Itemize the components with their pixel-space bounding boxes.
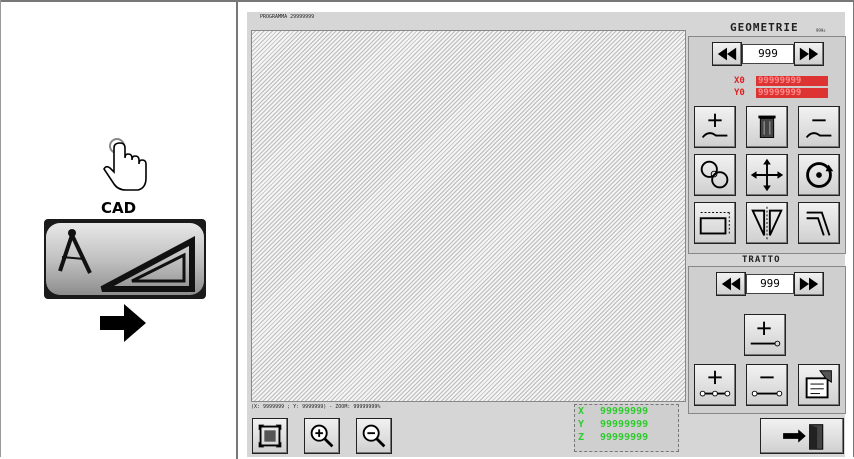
rewind-icon xyxy=(721,277,741,291)
tratto-next-button[interactable] xyxy=(794,272,824,296)
edit-geometry-button[interactable] xyxy=(798,106,840,148)
pointer-hand-icon xyxy=(103,138,147,191)
zoom-in-button[interactable] xyxy=(304,418,340,454)
add-node-icon xyxy=(699,370,731,397)
arrow-right-icon xyxy=(100,304,146,342)
geometry-count-label: 999s xyxy=(816,28,826,33)
rectangle-icon xyxy=(699,212,730,235)
add-segment-icon xyxy=(750,321,781,347)
add-geometry-button[interactable] xyxy=(694,106,736,148)
geometry-counter[interactable]: 999 xyxy=(742,44,794,64)
geometry-prev-button[interactable] xyxy=(712,42,742,66)
cad-label: CAD xyxy=(101,199,137,217)
fast-forward-icon xyxy=(799,47,819,61)
readout-x-value: 99999999 xyxy=(600,406,649,417)
column-divider xyxy=(236,0,238,459)
mirror-button[interactable] xyxy=(746,202,788,244)
cad-tools-icon xyxy=(58,229,195,292)
readout-y-label: Y xyxy=(578,419,585,430)
offset-button[interactable] xyxy=(798,202,840,244)
rotate-icon xyxy=(806,162,834,188)
x0-value: 99999999 xyxy=(756,76,828,86)
remove-node-button[interactable] xyxy=(746,364,788,406)
geometry-next-button[interactable] xyxy=(794,42,824,66)
tratto-counter[interactable]: 999 xyxy=(746,274,794,294)
zoom-in-icon xyxy=(310,424,334,448)
readout-z-label: Z xyxy=(578,432,585,443)
save-button[interactable] xyxy=(798,364,840,406)
x0-label: X0 xyxy=(734,76,745,86)
readout-x-label: X xyxy=(578,406,585,417)
circles-button[interactable] xyxy=(694,154,736,196)
cursor-coordinates: (X: 9999999 ; Y: 9999999) - ZOOM: 999999… xyxy=(251,404,381,410)
tratto-prev-button[interactable] xyxy=(716,272,746,296)
save-icon xyxy=(805,370,832,399)
exit-door-icon xyxy=(783,424,824,450)
mirror-icon xyxy=(751,206,783,240)
rotate-button[interactable] xyxy=(798,154,840,196)
add-segment-button[interactable] xyxy=(744,314,786,356)
tratto-title: TRATTO xyxy=(742,255,781,265)
fit-view-icon xyxy=(258,424,282,448)
trash-icon xyxy=(758,115,776,138)
y0-label: Y0 xyxy=(734,88,745,98)
zoom-out-icon xyxy=(362,424,386,448)
exit-button[interactable] xyxy=(760,418,844,454)
geometry-title: GEOMETRIE xyxy=(730,21,799,34)
program-label: PROGRAMMA 29999999 xyxy=(260,14,315,20)
add-node-button[interactable] xyxy=(694,364,736,406)
delete-geometry-button[interactable] xyxy=(746,106,788,148)
offset-icon xyxy=(806,211,831,236)
rectangle-button[interactable] xyxy=(694,202,736,244)
readout-z-value: 99999999 xyxy=(600,432,649,443)
fit-view-button[interactable] xyxy=(252,418,288,454)
y0-value: 99999999 xyxy=(756,88,828,98)
edit-line-icon xyxy=(805,119,832,139)
fast-forward-icon xyxy=(799,277,819,291)
remove-node-icon xyxy=(751,376,783,397)
add-line-icon xyxy=(701,113,728,139)
rewind-icon xyxy=(717,47,737,61)
move-icon xyxy=(750,158,784,192)
drawing-canvas[interactable] xyxy=(251,30,686,402)
circles-icon xyxy=(700,160,729,189)
readout-y-value: 99999999 xyxy=(600,419,649,430)
move-button[interactable] xyxy=(746,154,788,196)
cad-button[interactable] xyxy=(44,219,206,299)
zoom-out-button[interactable] xyxy=(356,418,392,454)
